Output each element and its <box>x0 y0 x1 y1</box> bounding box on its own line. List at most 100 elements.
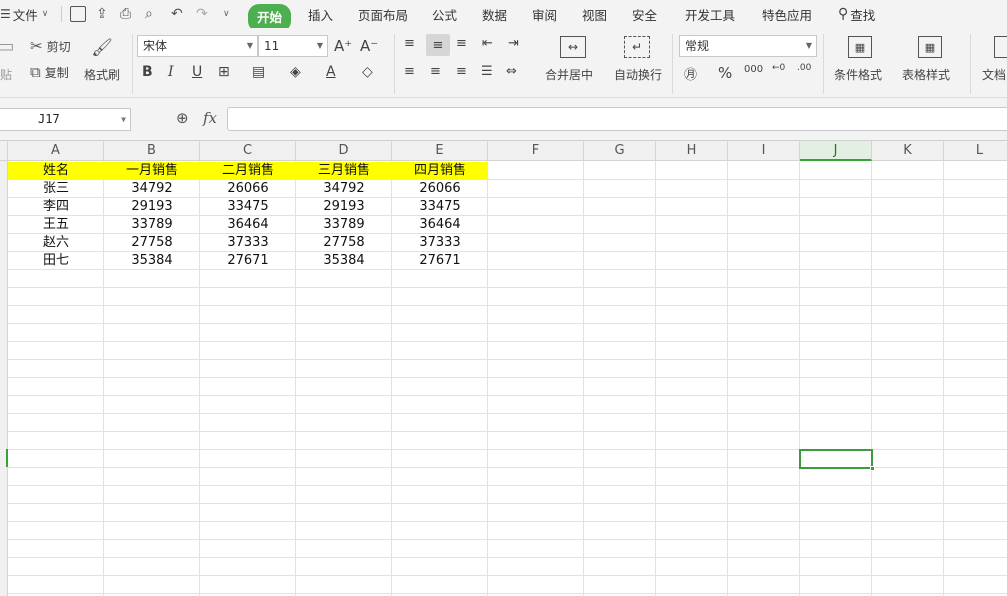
column-header-l[interactable]: L <box>944 141 1007 161</box>
quick-access-more-icon[interactable]: ∨ <box>223 0 230 28</box>
save-icon[interactable] <box>70 6 86 22</box>
column-header-k[interactable]: K <box>872 141 944 161</box>
wrap-text-label[interactable]: 自动换行 <box>614 66 662 83</box>
table-style-icon[interactable]: ▦ <box>918 36 942 58</box>
column-header-b[interactable]: B <box>104 141 200 161</box>
data-cell[interactable]: 27758 <box>296 234 392 252</box>
cell-style-icon[interactable]: ▤ <box>252 64 265 80</box>
align-top-icon[interactable]: ≡ <box>404 36 415 51</box>
data-cell[interactable]: 34792 <box>104 180 200 198</box>
data-cell[interactable]: 26066 <box>200 180 296 198</box>
align-middle-icon[interactable]: ≡ <box>426 34 450 56</box>
data-cell[interactable]: 33475 <box>392 198 488 216</box>
distribute-icon[interactable]: ⇔ <box>506 64 517 79</box>
data-cell[interactable]: 29193 <box>296 198 392 216</box>
data-cell[interactable]: 田七 <box>8 252 104 270</box>
justify-icon[interactable]: ☰ <box>481 64 493 79</box>
select-all-corner[interactable] <box>0 141 8 161</box>
name-box[interactable]: J17 ▼ <box>0 108 131 131</box>
column-header-i[interactable]: I <box>728 141 800 161</box>
tab-page-layout[interactable]: 页面布局 <box>358 0 408 28</box>
file-menu[interactable]: ☰ 文件 ∨ <box>0 0 48 28</box>
print-preview-icon[interactable]: ⌕ <box>145 0 153 28</box>
data-cell[interactable]: 33475 <box>200 198 296 216</box>
data-cell[interactable]: 33789 <box>104 216 200 234</box>
number-format-select[interactable]: 常规 ▼ <box>679 35 817 57</box>
zoom-icon[interactable]: ⊕ <box>176 109 189 127</box>
conditional-format-icon[interactable]: ▦ <box>848 36 872 58</box>
data-cell[interactable]: 35384 <box>296 252 392 270</box>
data-cell[interactable]: 35384 <box>104 252 200 270</box>
column-header-e[interactable]: E <box>392 141 488 161</box>
table-style-label[interactable]: 表格样式 <box>902 66 950 83</box>
tab-formulas[interactable]: 公式 <box>432 0 457 28</box>
column-header-d[interactable]: D <box>296 141 392 161</box>
document-icon[interactable] <box>994 36 1007 58</box>
data-cell[interactable]: 34792 <box>296 180 392 198</box>
font-name-select[interactable]: 宋体 ▼ <box>137 35 258 57</box>
decrease-font-icon[interactable]: A⁻ <box>360 37 378 55</box>
increase-font-icon[interactable]: A⁺ <box>334 37 352 55</box>
data-cell[interactable]: 27758 <box>104 234 200 252</box>
data-cell[interactable]: 36464 <box>200 216 296 234</box>
search-button[interactable]: ⚲ 查找 <box>838 0 875 28</box>
undo-icon[interactable]: ↶ <box>171 0 183 28</box>
eraser-icon[interactable]: ◇ <box>362 64 373 80</box>
cut-button[interactable]: ✂ 剪切 <box>30 37 71 55</box>
header-cell[interactable]: 一月销售 <box>104 162 200 180</box>
data-cell[interactable]: 26066 <box>392 180 488 198</box>
align-bottom-icon[interactable]: ≡ <box>456 36 467 51</box>
decrease-decimal-icon[interactable]: .00 <box>797 63 811 73</box>
align-center-icon[interactable]: ≡ <box>430 64 441 79</box>
font-size-select[interactable]: 11 ▼ <box>258 35 328 57</box>
data-cell[interactable]: 王五 <box>8 216 104 234</box>
column-header-c[interactable]: C <box>200 141 296 161</box>
increase-decimal-icon[interactable]: ←0 <box>772 63 785 73</box>
bold-icon[interactable]: B <box>142 64 153 80</box>
font-color-icon[interactable]: A <box>326 64 336 80</box>
selected-cell[interactable] <box>799 449 875 471</box>
column-header-f[interactable]: F <box>488 141 584 161</box>
redo-icon[interactable]: ↷ <box>196 0 208 28</box>
doc-label[interactable]: 文档 <box>982 66 1006 83</box>
decrease-indent-icon[interactable]: ⇤ <box>482 36 493 51</box>
data-cell[interactable]: 29193 <box>104 198 200 216</box>
italic-icon[interactable]: I <box>168 64 174 80</box>
percent-icon[interactable]: % <box>718 64 732 82</box>
data-cell[interactable]: 27671 <box>392 252 488 270</box>
formula-input[interactable] <box>227 107 1007 131</box>
data-cell[interactable]: 赵六 <box>8 234 104 252</box>
column-header-g[interactable]: G <box>584 141 656 161</box>
data-cell[interactable]: 27671 <box>200 252 296 270</box>
export-icon[interactable]: ⇪ <box>96 0 108 28</box>
column-header-a[interactable]: A <box>8 141 104 161</box>
header-cell[interactable]: 四月销售 <box>392 162 488 180</box>
format-painter-button[interactable]: 🖌︎ <box>90 36 114 60</box>
fill-color-icon[interactable]: ◈ <box>290 64 301 80</box>
header-cell[interactable]: 二月销售 <box>200 162 296 180</box>
align-right-icon[interactable]: ≡ <box>456 64 467 79</box>
borders-icon[interactable]: ⊞ <box>218 64 230 80</box>
column-header-h[interactable]: H <box>656 141 728 161</box>
tab-review[interactable]: 审阅 <box>532 0 557 28</box>
tab-insert[interactable]: 插入 <box>308 0 333 28</box>
data-cell[interactable]: 36464 <box>392 216 488 234</box>
merge-center-icon[interactable]: ↔ <box>560 36 586 58</box>
header-cell[interactable]: 三月销售 <box>296 162 392 180</box>
header-cell[interactable]: 姓名 <box>8 162 104 180</box>
tab-security[interactable]: 安全 <box>632 0 657 28</box>
tab-special[interactable]: 特色应用 <box>762 0 812 28</box>
tab-data[interactable]: 数据 <box>482 0 507 28</box>
underline-icon[interactable]: U <box>192 64 202 80</box>
align-left-icon[interactable]: ≡ <box>404 64 415 79</box>
data-cell[interactable]: 李四 <box>8 198 104 216</box>
print-icon[interactable]: ⎙ <box>120 0 131 28</box>
increase-indent-icon[interactable]: ⇥ <box>508 36 519 51</box>
spreadsheet-grid[interactable]: ABCDEFGHIJKL 姓名 一月销售 二月销售 三月销售 四月销售 张三 34792 26… <box>0 141 1007 596</box>
paste-button[interactable]: ▭ <box>0 34 16 60</box>
fill-handle[interactable] <box>870 466 875 471</box>
currency-icon[interactable]: ㊊ <box>684 64 697 83</box>
data-cell[interactable]: 37333 <box>200 234 296 252</box>
merge-center-label[interactable]: 合并居中 <box>545 66 593 83</box>
copy-button[interactable]: ⧉ 复制 <box>30 63 69 81</box>
